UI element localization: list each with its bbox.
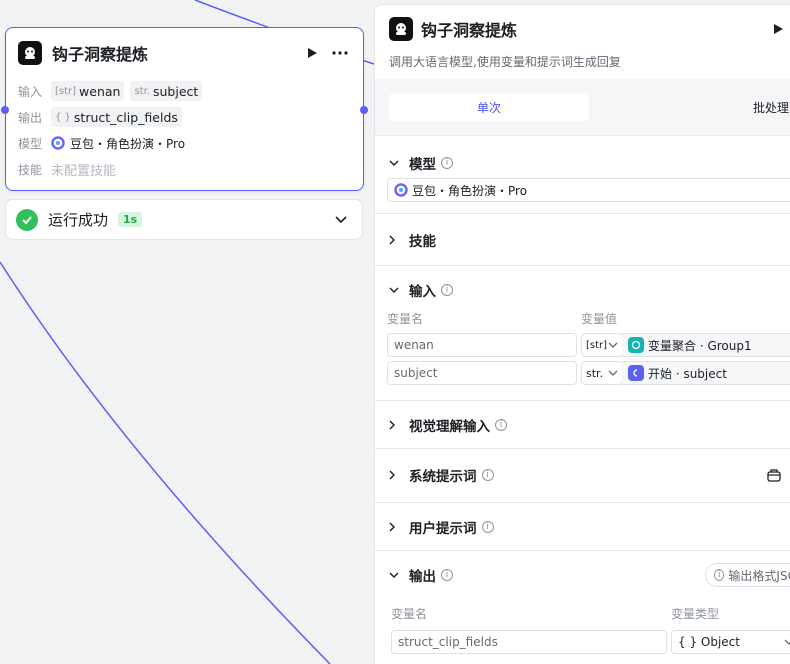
info-icon[interactable]: i [441, 284, 453, 296]
panel-description: 调用大语言模型,使用变量和提示词生成回复 [389, 55, 621, 69]
vision-section-header[interactable]: 视觉理解输入 i [375, 415, 790, 435]
output-var-name-field[interactable]: struct_clip_fields [391, 630, 667, 654]
output-label: 输出 [18, 110, 43, 125]
chevron-down-icon [608, 370, 618, 376]
output-section: 输出i i 输出格式JSON 变量名 变量类型 struct_clip_fiel… [375, 550, 790, 664]
chevron-down-icon [389, 287, 403, 294]
skills-section: 技能 [375, 213, 790, 265]
chevron-down-icon [784, 639, 790, 645]
run-duration-badge: 1s [118, 212, 143, 227]
input-value-ref[interactable]: 变量聚合 · Group1 [622, 333, 790, 357]
prompt-library-icon[interactable] [763, 465, 785, 487]
chevron-down-icon [389, 572, 403, 579]
chevron-down-icon [389, 160, 403, 167]
mode-tabs: 单次 批处理 [389, 93, 790, 121]
user-prompt-header[interactable]: 用户提示词 i [375, 517, 790, 537]
node-input-row: 输入 [str] wenan str. subject [6, 78, 363, 104]
node-config-panel: 钩子洞察提炼 调用大语言模型,使用变量和提示词生成回复 单次 批处理 模型 i 豆… [374, 4, 790, 664]
model-select[interactable]: 豆包・角色扮演・Pro [387, 178, 790, 202]
success-check-icon [16, 208, 38, 231]
node-logo-icon [18, 41, 42, 65]
node-model-row: 模型 豆包・角色扮演・Pro [6, 130, 363, 156]
output-format-button[interactable]: i 输出格式JSON [705, 563, 790, 587]
tab-batch[interactable]: 批处理 [589, 93, 790, 121]
node-title: 钩子洞察提炼 [52, 45, 149, 64]
input-type-select[interactable]: [str] [581, 333, 623, 357]
llm-node-card[interactable]: 钩子洞察提炼 输入 [str] wenan str. subject 输出 { } s… [1, 27, 368, 191]
input-value-ref[interactable]: 开始 · subject [622, 361, 790, 385]
variable-merge-icon [628, 337, 644, 353]
chevron-right-icon [389, 235, 403, 245]
node-skill-row: 技能 未配置技能 [6, 156, 363, 182]
info-icon[interactable]: i [481, 521, 494, 533]
model-section-header[interactable]: 模型 i [375, 153, 790, 173]
output-port[interactable] [360, 106, 368, 114]
chevron-down-icon [608, 342, 618, 348]
input-tag: str. subject [130, 81, 203, 101]
panel-logo-icon [389, 17, 413, 41]
skills-section-header[interactable]: 技能 [375, 230, 790, 250]
more-icon[interactable] [329, 42, 351, 64]
input-tag: [str] wenan [51, 81, 125, 101]
model-section: 模型 i 豆包・角色扮演・Pro [375, 135, 790, 213]
input-label: 输入 [18, 84, 43, 99]
chevron-right-icon [389, 420, 403, 430]
chevron-down-icon[interactable] [330, 209, 352, 231]
input-type-select[interactable]: str. [581, 361, 623, 385]
info-icon[interactable]: i [441, 569, 453, 581]
output-col-name-label: 变量名 [391, 607, 428, 621]
user-prompt-section: 用户提示词 i [375, 502, 790, 550]
chevron-right-icon [389, 470, 403, 480]
start-node-icon [628, 365, 644, 381]
input-section-header[interactable]: 输入 i [375, 280, 790, 300]
panel-title: 钩子洞察提炼 [421, 21, 518, 40]
input-col-name-label: 变量名 [387, 312, 424, 326]
chevron-right-icon [389, 522, 403, 532]
input-col-value-label: 变量值 [581, 312, 618, 326]
input-port[interactable] [1, 106, 9, 114]
info-icon[interactable]: i [495, 419, 507, 431]
model-value: 豆包・角色扮演・Pro [70, 136, 186, 151]
doubao-model-icon [51, 136, 65, 150]
skill-value: 未配置技能 [51, 163, 117, 179]
skill-label: 技能 [18, 162, 43, 177]
model-label: 模型 [18, 136, 43, 151]
system-prompt-section: 系统提示词 i [375, 448, 790, 502]
vision-input-section: 视觉理解输入 i [375, 400, 790, 448]
play-icon[interactable] [767, 18, 789, 40]
doubao-model-icon [394, 183, 408, 197]
output-type-select[interactable]: { } Object [671, 630, 790, 654]
info-icon: i [714, 569, 725, 581]
input-section: 输入 i 变量名 变量值 wenan [str] 变量聚合 · Group1 su… [375, 265, 790, 400]
tab-single[interactable]: 单次 [389, 93, 589, 121]
output-col-type-label: 变量类型 [671, 607, 720, 621]
mode-tabs-area: 单次 批处理 [375, 79, 790, 135]
node-output-row: 输出 { } struct_clip_fields [6, 104, 363, 130]
info-icon[interactable]: i [441, 157, 453, 169]
info-icon[interactable]: i [481, 469, 494, 481]
input-var-name-field[interactable]: subject [387, 361, 577, 385]
system-prompt-header[interactable]: 系统提示词 i [375, 465, 790, 485]
run-status-bar[interactable]: 运行成功 1s [5, 199, 363, 240]
output-tag: { } struct_clip_fields [51, 107, 182, 127]
run-status-text: 运行成功 [48, 211, 109, 229]
play-icon[interactable] [301, 42, 323, 64]
input-var-name-field[interactable]: wenan [387, 333, 577, 357]
